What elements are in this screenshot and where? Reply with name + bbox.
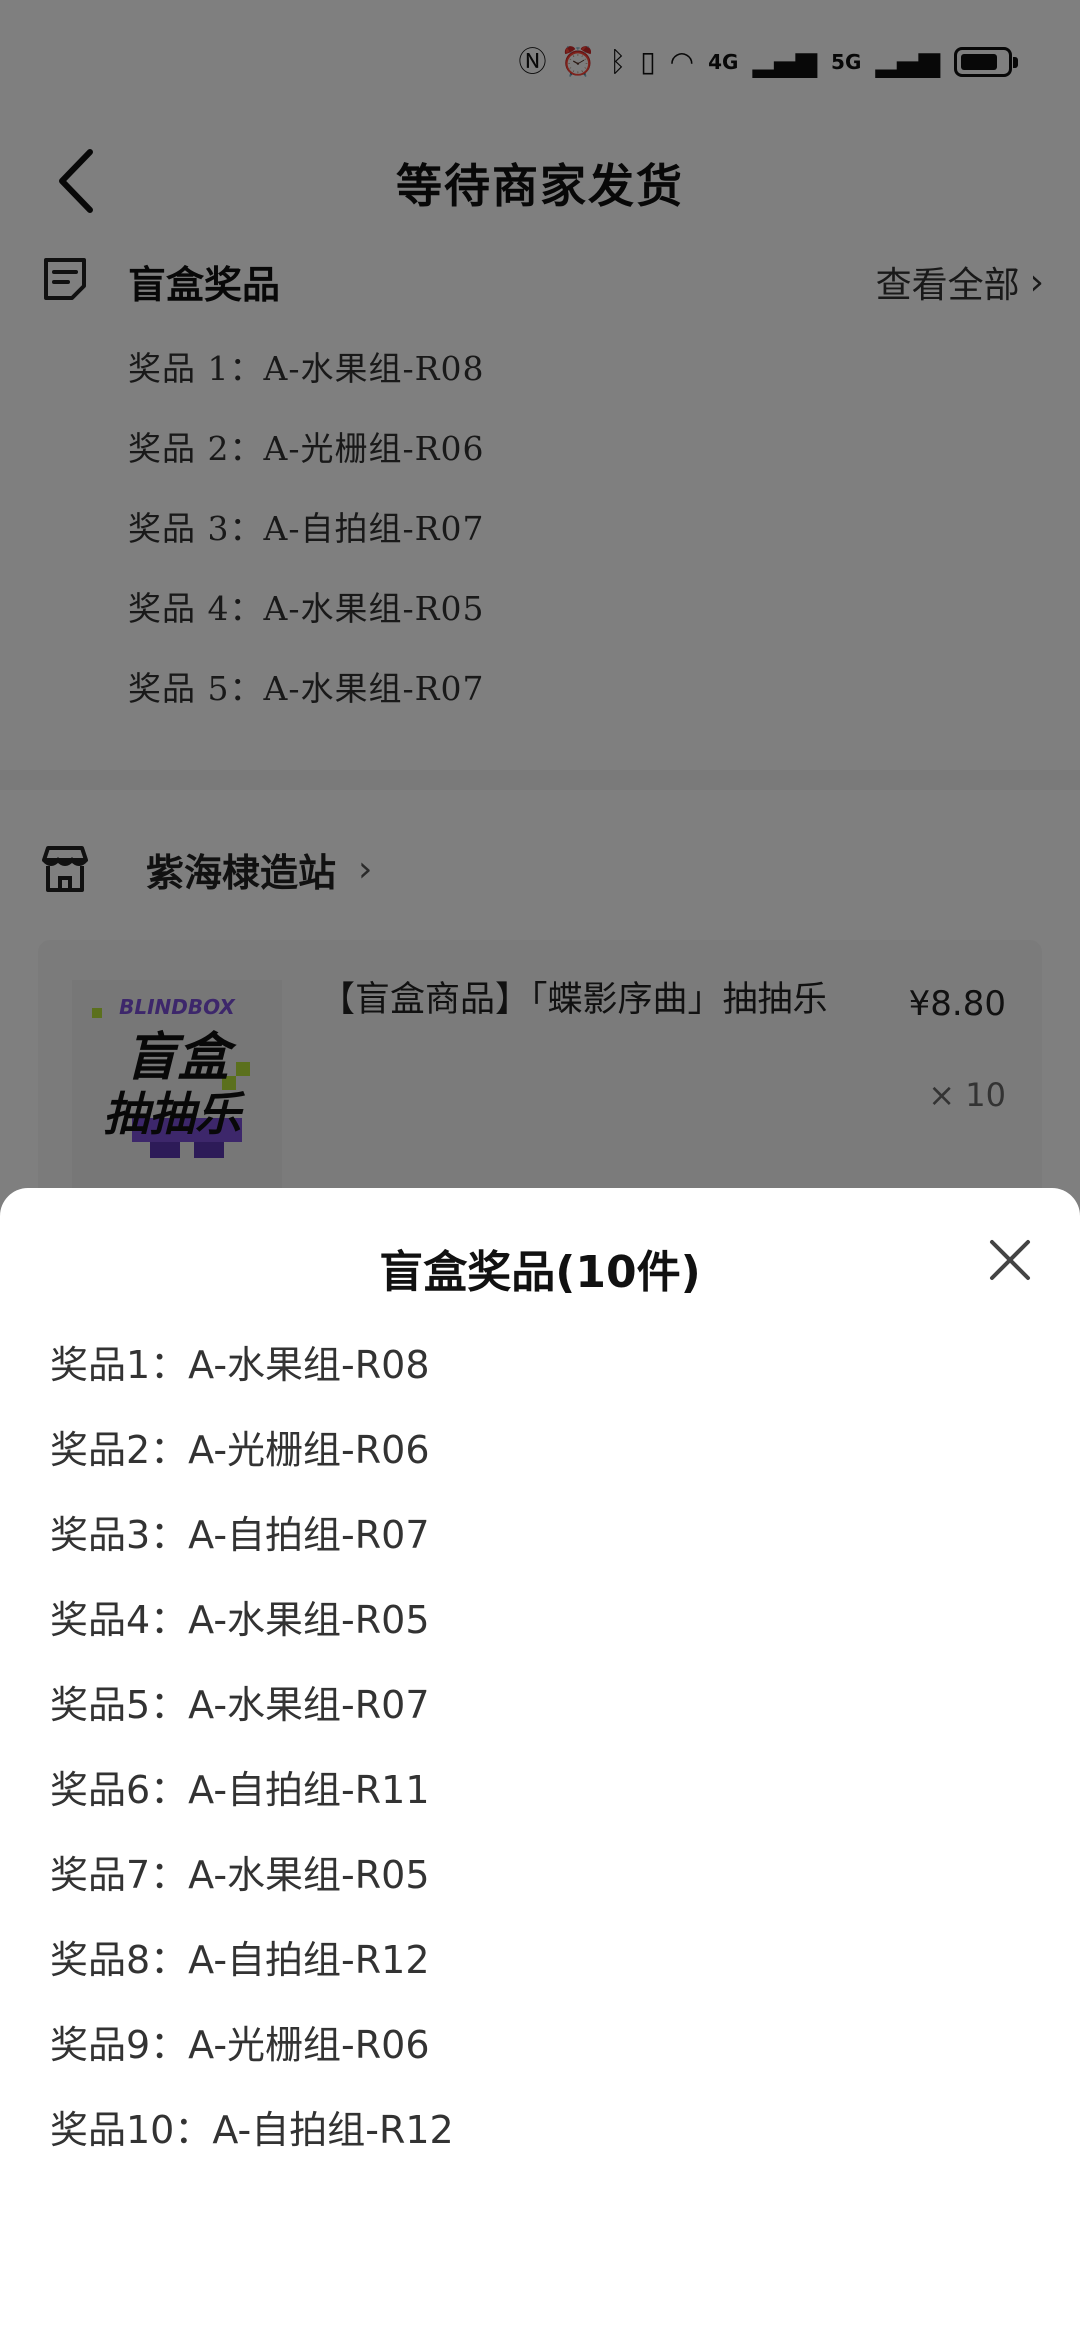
- sheet-prize-item: 奖品7：A-水果组-R05: [50, 1853, 430, 1897]
- sheet-prize-item: 奖品9：A-光栅组-R06: [50, 2023, 430, 2067]
- sheet-prize-item: 奖品1：A-水果组-R08: [50, 1343, 430, 1387]
- close-icon[interactable]: [984, 1234, 1036, 1286]
- sheet-prize-item: 奖品2：A-光栅组-R06: [50, 1428, 430, 1472]
- sheet-title: 盲盒奖品(10件): [379, 1247, 701, 1298]
- sheet-prize-item: 奖品8：A-自拍组-R12: [50, 1938, 430, 1982]
- sheet-prize-item: 奖品4：A-水果组-R05: [50, 1598, 430, 1642]
- sheet-prize-item: 奖品6：A-自拍组-R11: [50, 1768, 430, 1812]
- sheet-prize-item: 奖品3：A-自拍组-R07: [50, 1513, 430, 1557]
- sheet-prize-list: 奖品1：A-水果组-R08 奖品2：A-光栅组-R06 奖品3：A-自拍组-R0…: [50, 1340, 454, 2190]
- sheet-prize-item: 奖品10：A-自拍组-R12: [50, 2108, 454, 2152]
- sheet-prize-item: 奖品5：A-水果组-R07: [50, 1683, 430, 1727]
- prize-bottom-sheet: 盲盒奖品(10件) 奖品1：A-水果组-R08 奖品2：A-光栅组-R06 奖品…: [0, 1188, 1080, 2340]
